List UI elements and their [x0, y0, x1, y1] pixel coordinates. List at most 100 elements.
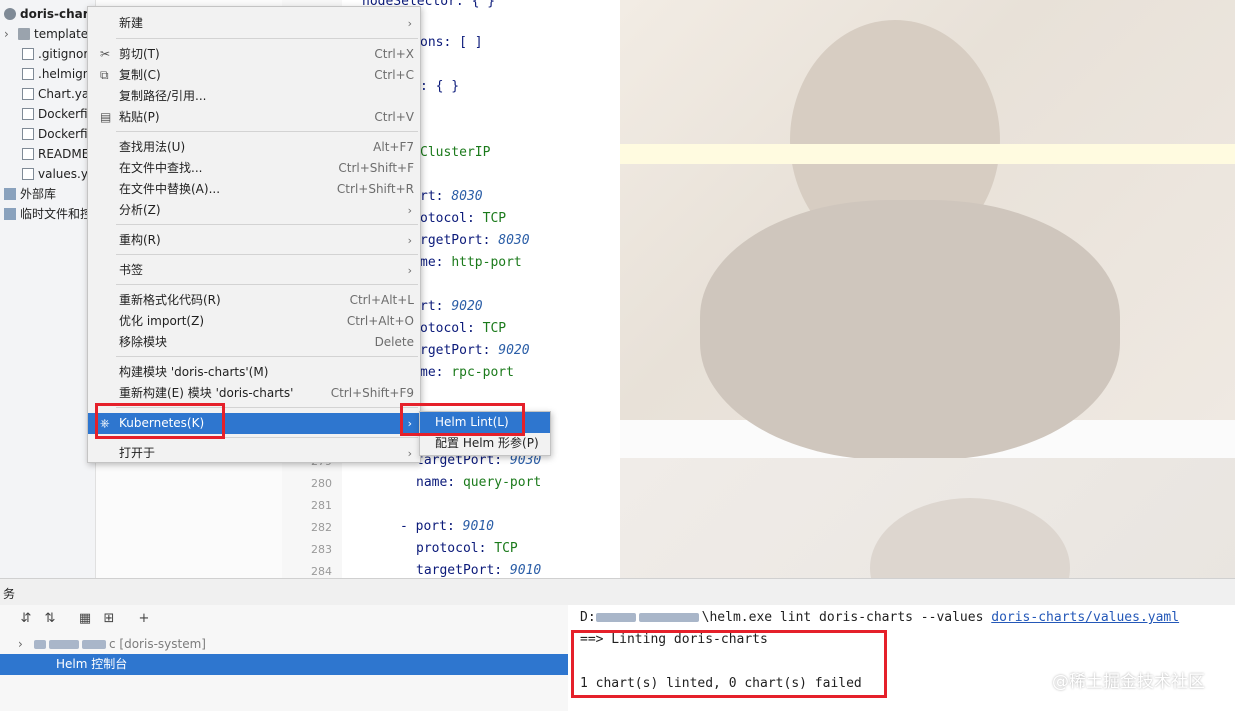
module-icon — [4, 8, 16, 20]
menu-item-shortcut: Ctrl+X — [374, 47, 414, 61]
tree-item[interactable]: .gitignore — [22, 44, 95, 64]
folder-icon — [18, 28, 30, 40]
menu-item-label: 重构(R) — [119, 233, 161, 247]
code-line: protocol: TCP — [416, 541, 518, 556]
menu-item-label: 优化 import(Z) — [119, 314, 205, 328]
services-tree-item[interactable]: › c [doris-system] — [0, 634, 568, 655]
menu-item-shortcut: Ctrl+Shift+R — [336, 182, 414, 196]
highlight-box-kubernetes — [95, 403, 225, 439]
menu-item[interactable]: ⧉ 复制(C) Ctrl+C — [88, 65, 420, 86]
menu-item-label: 在文件中查找... — [119, 161, 203, 175]
tree-scratches[interactable]: 临时文件和控制台 — [4, 204, 95, 224]
tree-root[interactable]: doris-charts — [4, 4, 95, 24]
code-line: otocol: TCP — [420, 321, 507, 336]
code-line: otocol: TCP — [420, 211, 507, 226]
menu-item-label: 复制路径/引用... — [119, 89, 207, 103]
menu-item-shortcut: Ctrl+Shift+F — [338, 161, 414, 175]
menu-item-label: 新建 — [119, 16, 144, 30]
menu-item-label: 重新格式化代码(R) — [119, 293, 221, 307]
menu-item[interactable]: 重构(R) › — [88, 230, 420, 251]
tree-item[interactable]: Chart.yaml — [22, 84, 95, 104]
tree-item[interactable]: .helmignore — [22, 64, 95, 84]
menu-item[interactable]: 移除模块 Delete — [88, 332, 420, 353]
menu-item[interactable]: 查找用法(U) Alt+F7 — [88, 137, 420, 158]
console-command-line: D: \helm.exe lint doris-charts --values d… — [580, 610, 1180, 625]
line-number: 283 — [311, 543, 332, 556]
menu-item[interactable]: ✂ 剪切(T) Ctrl+X — [88, 44, 420, 65]
services-panel-header: 务 — [0, 578, 1235, 606]
add-icon[interactable]: + — [136, 611, 152, 627]
menu-item[interactable]: 分析(Z) › — [88, 200, 420, 221]
expand-all-icon[interactable]: ⇵ — [18, 611, 34, 627]
tree-item[interactable]: Dockerfile — [22, 124, 95, 144]
menu-item-shortcut: Ctrl+Alt+L — [349, 293, 414, 307]
menu-separator — [116, 356, 418, 357]
code-line: me: http-port — [420, 255, 522, 270]
menu-separator — [116, 131, 418, 132]
tree-external-libs[interactable]: 外部库 — [4, 184, 56, 204]
helm-console-label: Helm 控制台 — [56, 657, 128, 671]
menu-separator — [116, 38, 418, 39]
menu-item[interactable]: 书签 › — [88, 260, 420, 281]
photo-figure-body — [700, 200, 1120, 460]
menu-item-shortcut: Ctrl+Shift+F9 — [330, 386, 414, 400]
filter-icon[interactable]: ⊞ — [101, 611, 117, 627]
group-icon[interactable]: ▦ — [77, 611, 93, 627]
menu-item-label: 粘贴(P) — [119, 110, 160, 124]
expand-chevron-icon[interactable]: › — [18, 634, 23, 655]
menu-item-label: 书签 — [119, 263, 144, 277]
menu-item-label: 分析(Z) — [119, 203, 161, 217]
menu-item-shortcut: Ctrl+V — [374, 110, 414, 124]
background-photo-lower — [620, 458, 1235, 638]
menu-item[interactable]: 优化 import(Z) Ctrl+Alt+O — [88, 311, 420, 332]
services-panel[interactable]: ⇵ ⇅ ▦ ⊞ + › c [doris-system] Helm 控制台 — [0, 605, 569, 711]
menu-item-shortcut: Ctrl+C — [374, 68, 414, 82]
line-number: 281 — [311, 499, 332, 512]
copy-icon: ⧉ — [100, 68, 109, 82]
project-tree[interactable]: doris-charts 外部库 临时文件和控制台 › templates .git… — [0, 0, 96, 578]
menu-separator — [116, 224, 418, 225]
code-line: rgetPort: 9020 — [420, 343, 530, 358]
tree-item[interactable]: values.yaml — [22, 164, 95, 184]
code-line: name: query-port — [416, 475, 542, 490]
file-icon — [22, 128, 34, 140]
collapse-all-icon[interactable]: ⇅ — [42, 611, 58, 627]
file-icon — [22, 68, 34, 80]
menu-item[interactable]: 重新构建(E) 模块 'doris-charts' Ctrl+Shift+F9 — [88, 383, 420, 404]
expand-chevron-icon[interactable]: › — [4, 24, 18, 44]
services-tree-item-label: c [doris-system] — [109, 637, 206, 651]
menu-item[interactable]: 打开于 › — [88, 443, 420, 464]
tree-item[interactable]: Dockerfile — [22, 104, 95, 124]
code-line: ons: [ ] — [420, 35, 483, 50]
code-line: rgetPort: 8030 — [420, 233, 530, 248]
menu-item-label: 查找用法(U) — [119, 140, 186, 154]
menu-item[interactable]: 在文件中查找... Ctrl+Shift+F — [88, 158, 420, 179]
menu-item[interactable]: 构建模块 'doris-charts'(M) — [88, 362, 420, 383]
context-menu[interactable]: 新建 › ✂ 剪切(T) Ctrl+X ⧉ 复制(C) Ctrl+C 复制路径/引用... ▤ 粘贴… — [87, 6, 421, 463]
line-number: 280 — [311, 477, 332, 490]
tree-item[interactable]: README.md — [22, 144, 95, 164]
tree-item-label: templates — [34, 27, 95, 41]
menu-item[interactable]: 重新格式化代码(R) Ctrl+Alt+L — [88, 290, 420, 311]
menu-item-label: 剪切(T) — [119, 47, 160, 61]
chevron-right-icon: › — [407, 447, 412, 460]
file-icon — [22, 148, 34, 160]
menu-item[interactable]: 复制路径/引用... — [88, 86, 420, 107]
code-line: me: rpc-port — [420, 365, 514, 380]
menu-item-label: 打开于 — [119, 446, 156, 460]
code-line: ClusterIP — [420, 145, 491, 160]
menu-item-label: 复制(C) — [119, 68, 161, 82]
values-file-link[interactable]: doris-charts/values.yaml — [991, 610, 1179, 625]
menu-item-label: 构建模块 'doris-charts'(M) — [119, 365, 269, 379]
menu-item[interactable]: ▤ 粘贴(P) Ctrl+V — [88, 107, 420, 128]
tree-item[interactable]: › templates — [4, 24, 94, 44]
library-icon — [4, 188, 16, 200]
submenu-item[interactable]: 配置 Helm 形参(P) — [420, 433, 550, 454]
line-number: 282 — [311, 521, 332, 534]
redacted-text — [49, 640, 79, 649]
kubernetes-icon — [34, 640, 46, 649]
services-selected-item[interactable]: Helm 控制台 — [0, 654, 568, 675]
file-icon — [22, 48, 34, 60]
menu-item[interactable]: 在文件中替换(A)... Ctrl+Shift+R — [88, 179, 420, 200]
menu-item[interactable]: 新建 › — [88, 13, 420, 34]
